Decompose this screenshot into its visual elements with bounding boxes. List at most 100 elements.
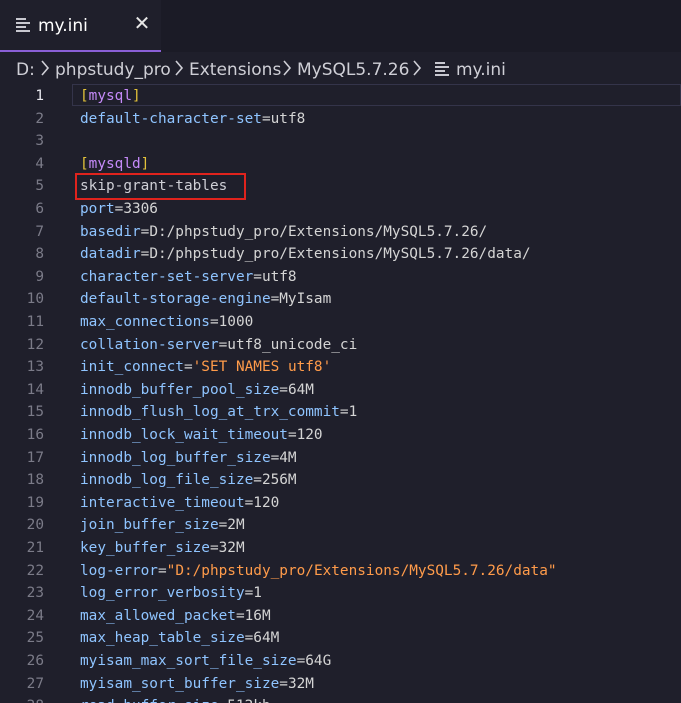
code-token: =120 xyxy=(244,494,280,511)
code-line[interactable]: 22 log-error="D:/phpstudy_pro/Extensions/… xyxy=(0,560,681,582)
code-line[interactable]: 14 innodb_buffer_pool_size=64M xyxy=(0,379,681,401)
code-token: innodb_buffer_pool_size xyxy=(80,381,280,398)
code-token: =64G xyxy=(296,653,332,669)
code-token: =120 xyxy=(287,427,323,443)
code-line[interactable]: 15 innodb_flush_log_at_trx_commit=1 xyxy=(0,401,681,423)
code-line[interactable]: 19 interactive_timeout=120 xyxy=(0,492,681,514)
code-token: read_buffer_size xyxy=(80,698,219,703)
line-number: 1 xyxy=(35,88,44,104)
line-number: 2 xyxy=(35,110,44,127)
line-code: innodb_buffer_pool_size=64M xyxy=(80,379,314,401)
line-code: max_allowed_packet=16M xyxy=(80,605,271,627)
code-line[interactable]: 9 character-set-server=utf8 xyxy=(0,266,681,288)
line-code: default-storage-engine=MyIsam xyxy=(80,288,331,310)
line-number: 20 xyxy=(26,517,44,534)
line-number: 25 xyxy=(26,630,44,647)
code-line[interactable]: 3 xyxy=(0,130,681,152)
code-token: =512kb xyxy=(219,698,271,703)
code-line[interactable]: 18 innodb_log_file_size=256M xyxy=(0,469,681,491)
code-token: =MyIsam xyxy=(270,291,332,308)
close-icon[interactable]: ✕ xyxy=(132,13,152,33)
code-line[interactable]: 23 log_error_verbosity=1 xyxy=(0,582,681,604)
code-editor[interactable]: 1 [mysql] 2 default-character-set=utf8 3 4 [my… xyxy=(0,84,681,703)
code-token: innodb_log_buffer_size xyxy=(80,449,271,466)
code-line[interactable]: 25 max_heap_table_size=64M xyxy=(0,627,681,649)
line-number: 28 xyxy=(0,695,44,703)
code-line[interactable]: 10 default-storage-engine=MyIsam xyxy=(0,288,681,310)
chevron-right-icon xyxy=(412,58,422,76)
code-line[interactable]: 17 innodb_log_buffer_size=4M xyxy=(0,447,681,469)
code-line[interactable]: 26 myisam_max_sort_file_size=64G xyxy=(0,650,681,672)
breadcrumb-phpstudy[interactable]: phpstudy_pro xyxy=(55,60,171,80)
code-line[interactable]: 12 collation-server=utf8_unicode_ci xyxy=(0,334,681,356)
code-token: =D:/phpstudy_pro/Extensions/MySQL5.7.26/ xyxy=(140,223,488,240)
code-token: ] xyxy=(132,88,141,104)
code-token: =1 xyxy=(339,404,358,421)
code-token: port xyxy=(80,201,115,217)
line-number: 15 xyxy=(26,404,44,421)
code-line[interactable]: 2 default-character-set=utf8 xyxy=(0,108,681,130)
file-lines-icon xyxy=(435,62,449,76)
line-code: collation-server=utf8_unicode_ci xyxy=(80,334,357,356)
line-code: key_buffer_size=32M xyxy=(80,537,245,559)
code-line[interactable]: 16 innodb_lock_wait_timeout=120 xyxy=(0,424,681,446)
chevron-right-icon xyxy=(282,58,292,76)
code-line[interactable]: 4 [mysqld] xyxy=(0,153,681,175)
code-token: innodb_log_file_size xyxy=(80,472,254,489)
line-number: 5 xyxy=(35,178,44,195)
code-line[interactable]: 11 max_connections=1000 xyxy=(0,311,681,333)
code-token: basedir xyxy=(80,223,141,240)
file-lines-icon xyxy=(16,18,30,32)
line-number: 9 xyxy=(35,268,44,285)
line-number: 17 xyxy=(26,449,44,466)
code-token: myisam_max_sort_file_size xyxy=(80,653,297,669)
tab-bar: my.ini ✕ xyxy=(0,0,681,52)
code-token: =utf8_unicode_ci xyxy=(218,336,358,353)
code-line[interactable]: 7 basedir=D:/phpstudy_pro/Extensions/MySQ… xyxy=(0,221,681,243)
line-code: innodb_log_file_size=256M xyxy=(80,469,297,491)
code-token: key_buffer_size xyxy=(80,540,210,556)
line-code: myisam_max_sort_file_size=64G xyxy=(80,650,331,672)
code-token: character-set-server xyxy=(80,268,254,285)
line-code: read_buffer_size=512kb xyxy=(80,695,271,703)
code-token: = xyxy=(157,562,167,579)
line-code: [mysql] xyxy=(80,85,141,107)
code-token: max_connections xyxy=(80,314,210,330)
code-token: =4M xyxy=(270,449,297,466)
code-line[interactable]: 13 init_connect='SET NAMES utf8' xyxy=(0,356,681,378)
code-line[interactable]: 28 read_buffer_size=512kb xyxy=(0,695,681,703)
annotation-highlight-box xyxy=(75,173,246,200)
line-code: log_error_verbosity=1 xyxy=(80,582,262,604)
code-token: =utf8 xyxy=(261,110,306,127)
line-code: datadir=D:/phpstudy_pro/Extensions/MySQL… xyxy=(80,243,531,265)
breadcrumb-extensions[interactable]: Extensions xyxy=(189,60,281,80)
breadcrumb-drive[interactable]: D: xyxy=(16,60,35,80)
code-line[interactable]: 20 join_buffer_size=2M xyxy=(0,514,681,536)
code-line[interactable]: 1 [mysql] xyxy=(0,85,681,107)
code-line[interactable]: 24 max_allowed_packet=16M xyxy=(0,605,681,627)
tab-my-ini[interactable]: my.ini ✕ xyxy=(0,0,161,52)
code-token: datadir xyxy=(80,246,141,263)
line-code: innodb_flush_log_at_trx_commit=1 xyxy=(80,401,357,423)
line-code: log-error="D:/phpstudy_pro/Extensions/My… xyxy=(80,560,557,582)
code-token: 'SET NAMES utf8' xyxy=(192,359,332,376)
code-token: ] xyxy=(140,155,150,172)
code-token: myisam_sort_buffer_size xyxy=(80,675,280,692)
code-line[interactable]: 8 datadir=D:/phpstudy_pro/Extensions/MySQ… xyxy=(0,243,681,265)
code-line[interactable]: 21 key_buffer_size=32M xyxy=(0,537,681,559)
line-code: myisam_sort_buffer_size=32M xyxy=(80,673,314,695)
breadcrumb-file[interactable]: my.ini xyxy=(456,60,506,80)
line-number: 19 xyxy=(26,494,44,511)
breadcrumb-mysql[interactable]: MySQL5.7.26 xyxy=(297,60,409,80)
code-line[interactable]: 27 myisam_sort_buffer_size=32M xyxy=(0,673,681,695)
line-number: 6 xyxy=(35,201,44,217)
code-token: =256M xyxy=(253,472,297,489)
code-token: innodb_flush_log_at_trx_commit xyxy=(80,404,340,421)
code-line[interactable]: 6 port=3306 xyxy=(0,198,681,220)
line-code: innodb_log_buffer_size=4M xyxy=(80,447,297,469)
code-token: mysqld xyxy=(88,155,141,172)
line-code: port=3306 xyxy=(80,198,158,220)
code-token: =64M xyxy=(279,381,314,398)
line-code: max_connections=1000 xyxy=(80,311,253,333)
chevron-right-icon xyxy=(174,58,184,76)
